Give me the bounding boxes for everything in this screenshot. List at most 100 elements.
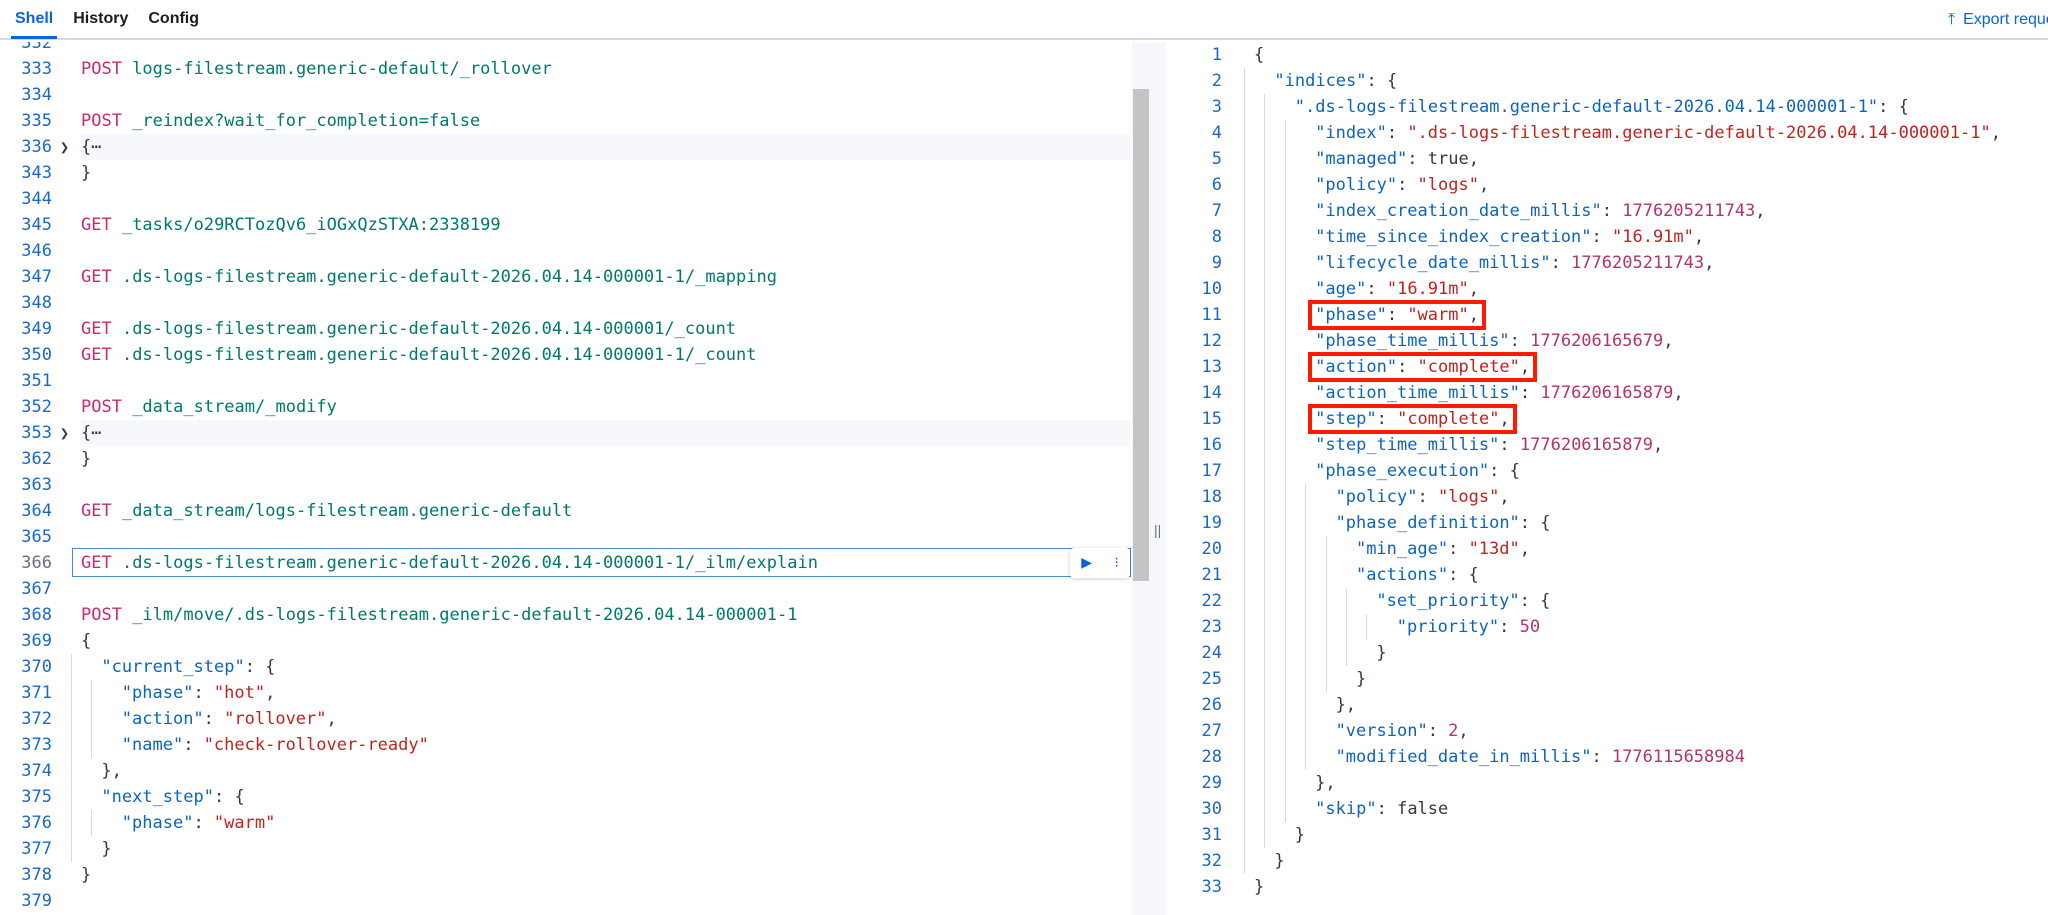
- request-line[interactable]: 351: [0, 368, 1150, 394]
- line-number: 30: [1201, 799, 1222, 819]
- request-line[interactable]: 344: [0, 186, 1150, 212]
- request-line[interactable]: 379: [0, 888, 1150, 914]
- request-line[interactable]: 349 GET .ds-logs-filestream.generic-defau…: [0, 316, 1150, 342]
- indent-guide: [1284, 380, 1305, 406]
- code-text: "phase": "warm",: [1244, 300, 2048, 330]
- line-number: 362: [21, 449, 52, 469]
- request-line[interactable]: 368 POST _ilm/move/.ds-logs-filestream.ge…: [0, 602, 1150, 628]
- request-line[interactable]: 363: [0, 472, 1150, 498]
- indent-guide: [1244, 666, 1264, 692]
- json-key: ".ds-logs-filestream.generic-default-202…: [1294, 97, 1879, 117]
- punctuation: :: [1386, 305, 1408, 325]
- line-number: 376: [21, 813, 52, 833]
- request-line[interactable]: 378}: [0, 862, 1150, 888]
- request-line[interactable]: 334: [0, 82, 1150, 108]
- tab-shell[interactable]: Shell: [11, 0, 58, 39]
- chevron-right-icon[interactable]: ❯: [60, 134, 69, 160]
- line-number: 17: [1201, 461, 1222, 481]
- pane-resize-handle[interactable]: ||: [1150, 42, 1166, 915]
- punctuation: ,: [1499, 487, 1510, 507]
- indent-guide: [1244, 276, 1264, 302]
- request-editor[interactable]: 332 333 POST logs-filestream.generic-defau…: [0, 42, 1150, 915]
- folded-ellipsis[interactable]: ⋯: [91, 137, 101, 157]
- request-line[interactable]: 375 "next_step": {: [0, 784, 1150, 810]
- code-text: "skip": false: [1244, 796, 2048, 822]
- play-icon[interactable]: ▶: [1081, 550, 1092, 576]
- indent-guide: [1244, 172, 1264, 198]
- json-key: "phase_execution": [1315, 461, 1490, 481]
- indent-guide: [91, 706, 111, 732]
- kebab-icon[interactable]: ⁝: [1114, 556, 1118, 570]
- request-line[interactable]: 346: [0, 238, 1150, 264]
- request-line[interactable]: 347 GET .ds-logs-filestream.generic-defau…: [0, 264, 1150, 290]
- indent-guide: [1264, 744, 1284, 770]
- punctuation: :: [1397, 357, 1418, 377]
- request-line[interactable]: 376 "phase": "warm": [0, 810, 1150, 836]
- indent-guide: [1244, 120, 1264, 146]
- json-number: 1776115658984: [1611, 747, 1745, 767]
- indent-guide: [1305, 640, 1325, 666]
- request-line[interactable]: 369 {: [0, 628, 1150, 654]
- code-text: }: [1254, 874, 2048, 900]
- punctuation: ,: [1663, 331, 1674, 351]
- request-path: _tasks/o29RCTozQv6_iOGxQzSTXA:2338199: [111, 215, 501, 235]
- tab-history[interactable]: History: [69, 0, 132, 39]
- indent-guide: [1325, 614, 1346, 640]
- request-line[interactable]: 366 GET .ds-logs-filestream.generic-defau…: [0, 548, 1150, 578]
- request-line[interactable]: 367: [0, 576, 1150, 602]
- json-string: "warm": [1407, 305, 1469, 325]
- request-line[interactable]: 352 POST _data_stream/_modify: [0, 394, 1150, 420]
- json-string: "logs": [1417, 175, 1479, 195]
- request-line[interactable]: 353 ❯ {⋯: [0, 420, 1150, 446]
- punctuation: ,: [1673, 383, 1684, 403]
- code-text: "phase_execution": {: [1244, 458, 2048, 484]
- code-text: GET .ds-logs-filestream.generic-default-…: [81, 264, 1130, 290]
- json-literal: true: [1427, 149, 1469, 169]
- request-line[interactable]: 345 GET _tasks/o29RCTozQv6_iOGxQzSTXA:233…: [0, 212, 1150, 238]
- code-text: "lifecycle_date_millis": 1776205211743,: [1244, 250, 2048, 276]
- request-line[interactable]: 335 POST _reindex?wait_for_completion=fal…: [0, 108, 1150, 134]
- response-line: 11 "phase": "warm",: [1166, 300, 2048, 330]
- punctuation: {: [1254, 45, 1265, 65]
- response-line: 13 "action": "complete",: [1166, 352, 2048, 382]
- folded-ellipsis[interactable]: ⋯: [91, 423, 101, 443]
- request-line[interactable]: 364 GET _data_stream/logs-filestream.gene…: [0, 498, 1150, 524]
- request-line[interactable]: 372 "action": "rollover",: [0, 706, 1150, 732]
- request-line[interactable]: 336 ❯ {⋯: [0, 134, 1150, 160]
- code-text: "age": "16.91m",: [1244, 276, 2048, 302]
- response-line: 15 "step": "complete",: [1166, 404, 2048, 434]
- punctuation: ,: [1468, 305, 1479, 325]
- code-text: "priority": 50: [1244, 614, 2048, 640]
- json-key: "phase_time_millis": [1315, 331, 1510, 351]
- request-line[interactable]: 371 "phase": "hot",: [0, 680, 1150, 706]
- editor-scrollbar-thumb[interactable]: [1133, 89, 1149, 581]
- line-number: 22: [1201, 591, 1222, 611]
- request-line[interactable]: 332: [0, 42, 1150, 56]
- request-line[interactable]: 373 "name": "check-rollover-ready": [0, 732, 1150, 758]
- punctuation: }: [81, 449, 92, 469]
- line-number: 19: [1201, 513, 1222, 533]
- export-requests-button[interactable]: ⤒ Export requests: [1948, 0, 2048, 40]
- line-number: 5: [1211, 149, 1222, 169]
- upload-icon: ⤒: [1948, 11, 1956, 28]
- request-line[interactable]: 365: [0, 524, 1150, 550]
- request-line[interactable]: 370 "current_step": {: [0, 654, 1150, 680]
- punctuation: ,: [1458, 721, 1469, 741]
- indent-guide: [91, 810, 111, 836]
- indent-guide: [1264, 562, 1284, 588]
- request-line[interactable]: 343}: [0, 160, 1150, 186]
- request-line[interactable]: 377}: [0, 836, 1150, 862]
- request-line[interactable]: 350 GET .ds-logs-filestream.generic-defau…: [0, 342, 1150, 368]
- json-key: "action_time_millis": [1315, 383, 1520, 403]
- request-line[interactable]: 374},: [0, 758, 1150, 784]
- code-text: "step": "complete",: [1244, 404, 2048, 434]
- request-line[interactable]: 362}: [0, 446, 1150, 472]
- punctuation: :: [1376, 799, 1398, 819]
- request-line[interactable]: 333 POST logs-filestream.generic-default/…: [0, 56, 1150, 82]
- request-line[interactable]: 348: [0, 290, 1150, 316]
- tab-config[interactable]: Config: [144, 0, 203, 39]
- chevron-right-icon[interactable]: ❯: [60, 420, 69, 446]
- code-text: },: [1244, 770, 2048, 796]
- line-number: 29: [1201, 773, 1222, 793]
- indent-guide: [1244, 562, 1264, 588]
